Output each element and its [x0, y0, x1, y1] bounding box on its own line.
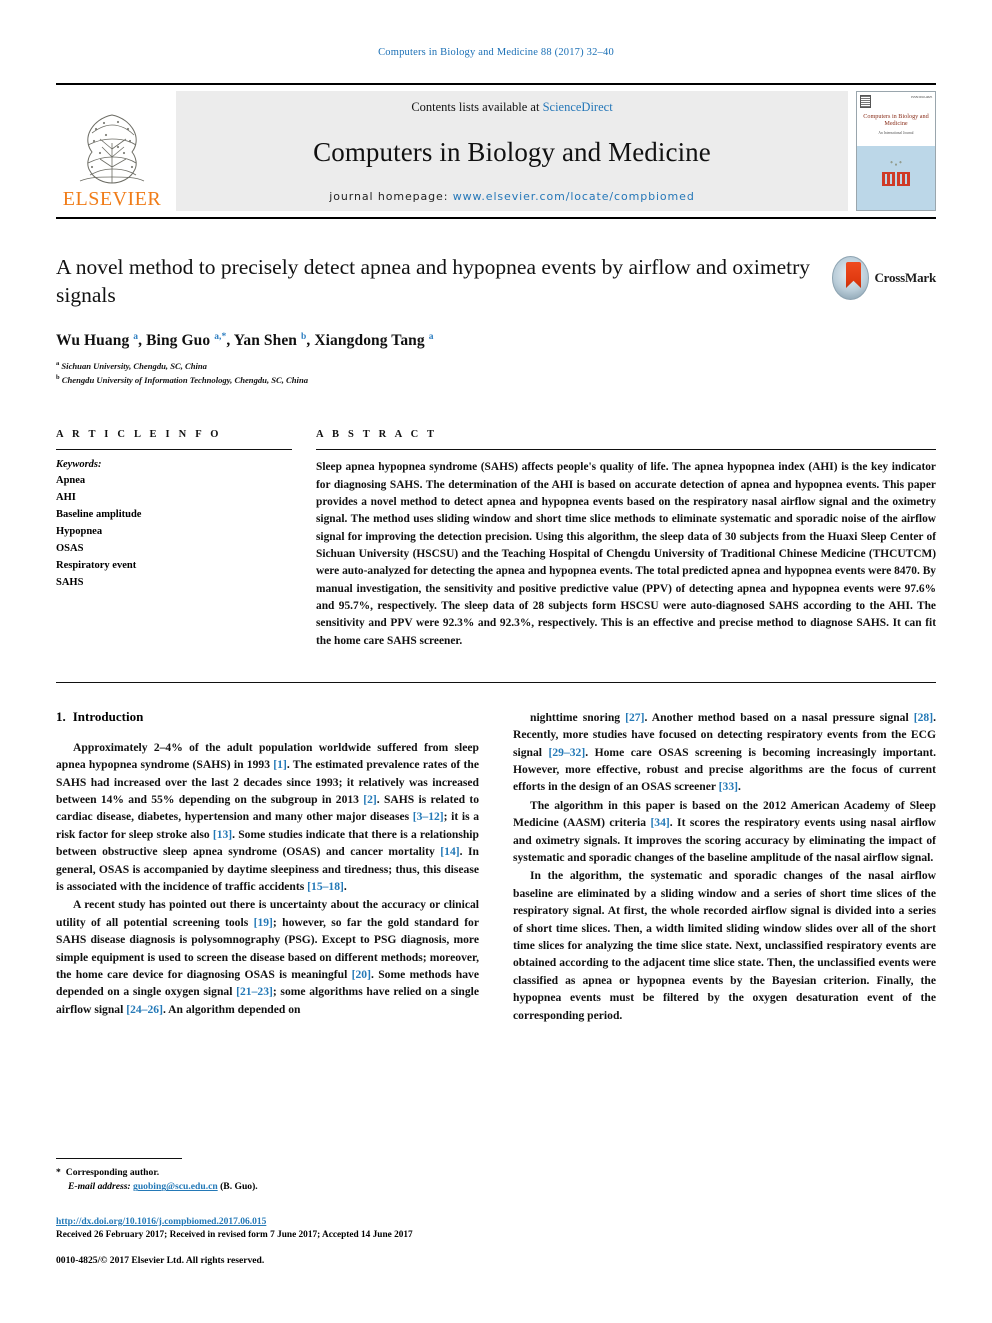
- keyword-item: Respiratory event: [56, 560, 137, 572]
- footnote-rule: [56, 1158, 182, 1160]
- corresponding-author-note: * Corresponding author.: [56, 1166, 486, 1180]
- body-paragraph: The algorithm in this paper is based on …: [513, 798, 936, 864]
- affiliation-line: b Chengdu University of Information Tech…: [56, 374, 309, 385]
- abstract-rule: [316, 449, 936, 451]
- section-name: Introduction: [72, 708, 144, 724]
- affiliation-marker: a: [56, 359, 60, 367]
- section-number: 1.: [56, 708, 66, 724]
- cover-journal-subtitle: An International Journal: [878, 131, 914, 136]
- body-paragraph: nighttime snoring [27]. Another method b…: [513, 710, 936, 794]
- keyword-item: AHI: [56, 492, 76, 504]
- journal-title: Computers in Biology and Medicine: [313, 137, 711, 167]
- body-columns: 1. Introduction Approximately 2–4% of the…: [56, 709, 936, 1025]
- citation-ref[interactable]: [2]: [363, 793, 377, 806]
- section-title-introduction: 1. Introduction: [56, 709, 479, 725]
- keyword-item: SAHS: [56, 577, 84, 589]
- intro-right-paragraphs: nighttime snoring [27]. Another method b…: [513, 709, 936, 1024]
- citation-ref[interactable]: [20]: [352, 968, 371, 981]
- page-title: A novel method to precisely detect apnea…: [56, 255, 811, 308]
- article-info-rule: [56, 449, 292, 451]
- received-dates: Received 26 February 2017; Received in r…: [56, 1230, 413, 1240]
- cover-tree-icon: [885, 155, 907, 168]
- citation-ref[interactable]: [33]: [719, 780, 738, 793]
- citation-ref[interactable]: [29–32]: [549, 746, 586, 759]
- cover-building-icon: [882, 172, 910, 187]
- journal-homepage-line: journal homepage: www.elsevier.com/locat…: [329, 190, 694, 203]
- citation-ref[interactable]: [19]: [254, 916, 273, 929]
- keywords-label: Keywords:: [56, 459, 102, 471]
- body-paragraph: Approximately 2–4% of the adult populati…: [56, 740, 480, 893]
- keyword-item: OSAS: [56, 543, 84, 555]
- body-column-left: 1. Introduction Approximately 2–4% of the…: [56, 709, 479, 1025]
- affiliation-list: a Sichuan University, Chengdu, SC, China…: [56, 359, 936, 387]
- running-head: Computers in Biology and Medicine 88 (20…: [378, 47, 614, 58]
- cover-bottom-area: [857, 146, 935, 210]
- homepage-prefix: journal homepage:: [329, 190, 453, 203]
- cover-mini-logo-icon: [860, 95, 871, 108]
- abstract-heading: A B S T R A C T: [316, 429, 438, 441]
- keyword-item: Apnea: [56, 475, 86, 487]
- journal-homepage-link[interactable]: www.elsevier.com/locate/compbiomed: [453, 190, 695, 203]
- crossmark-icon: [832, 256, 870, 300]
- sciencedirect-link[interactable]: ScienceDirect: [543, 100, 613, 114]
- doi-block: http://dx.doi.org/10.1016/j.compbiomed.2…: [56, 1211, 486, 1240]
- info-abstract-section: A R T I C L E I N F O Keywords: Apnea AHI…: [56, 429, 936, 650]
- affiliation-line: a Sichuan University, Chengdu, SC, China: [56, 359, 207, 371]
- cover-barcode: ISSN 0010-4825: [911, 95, 932, 99]
- citation-ref[interactable]: [28]: [914, 711, 933, 724]
- contents-prefix: Contents lists available at: [411, 100, 543, 114]
- article-info-column: A R T I C L E I N F O Keywords: Apnea AHI…: [56, 429, 292, 650]
- elsevier-logo: ELSEVIER: [56, 91, 168, 211]
- citation-ref[interactable]: [15–18]: [307, 880, 344, 893]
- email-suffix: (B. Guo).: [220, 1181, 258, 1193]
- copyright-line: 0010-4825/© 2017 Elsevier Ltd. All right…: [56, 1255, 265, 1266]
- corresponding-author-text: Corresponding author.: [65, 1167, 160, 1179]
- journal-masthead: ELSEVIER Contents lists available at Sci…: [56, 83, 936, 219]
- crossmark-badge-group[interactable]: CrossMark: [832, 255, 936, 301]
- journal-cover-thumbnail: ISSN 0010-4825 Computers in Biology and …: [856, 91, 936, 211]
- body-paragraph: In the algorithm, the systematic and spo…: [513, 869, 936, 1022]
- cover-top-area: ISSN 0010-4825 Computers in Biology and …: [857, 92, 935, 146]
- citation-ref[interactable]: [14]: [440, 845, 459, 858]
- abstract-text: Sleep apnea hypopnea syndrome (SAHS) aff…: [316, 461, 936, 647]
- body-paragraph: A recent study has pointed out there is …: [56, 898, 479, 1016]
- keywords-list: Apnea AHI Baseline amplitude Hypopnea OSAS Re…: [56, 472, 292, 591]
- intro-left-paragraphs: Approximately 2–4% of the adult populati…: [56, 739, 479, 1018]
- email-note: E-mail address: guobing@scu.edu.cn (B. G…: [56, 1180, 486, 1194]
- affiliation-marker: b: [56, 374, 60, 382]
- citation-ref[interactable]: [34]: [650, 816, 669, 829]
- citation-ref[interactable]: [1]: [273, 758, 287, 771]
- keyword-item: Baseline amplitude: [56, 509, 142, 521]
- contents-available-line: Contents lists available at ScienceDirec…: [411, 100, 612, 115]
- section-divider: [56, 681, 936, 683]
- elsevier-wordmark: ELSEVIER: [62, 188, 162, 210]
- journal-banner: Contents lists available at ScienceDirec…: [176, 91, 848, 211]
- citation-ref[interactable]: [21–23]: [236, 985, 273, 998]
- doi-link[interactable]: http://dx.doi.org/10.1016/j.compbiomed.2…: [56, 1217, 266, 1227]
- journal-article-page: Computers in Biology and Medicine 88 (20…: [0, 0, 992, 1323]
- citation-ref[interactable]: [3–12]: [413, 810, 444, 823]
- citation-ref[interactable]: [13]: [213, 828, 232, 841]
- corresponding-author-marker: *: [56, 1167, 61, 1179]
- title-block: A novel method to precisely detect apnea…: [56, 253, 936, 387]
- email-link[interactable]: guobing@scu.edu.cn: [133, 1181, 218, 1192]
- citation-ref[interactable]: [27]: [625, 711, 644, 724]
- body-column-right: nighttime snoring [27]. Another method b…: [513, 709, 936, 1025]
- crossmark-label: CrossMark: [874, 270, 936, 285]
- elsevier-tree-icon: [79, 114, 145, 184]
- article-info-heading: A R T I C L E I N F O: [56, 429, 222, 441]
- citation-ref[interactable]: [24–26]: [126, 1003, 163, 1016]
- author-list: Wu Huang a, Bing Guo a,*, Yan Shen b, Xi…: [56, 331, 434, 349]
- footnote-block: * Corresponding author. E-mail address: g…: [56, 1158, 486, 1266]
- cover-journal-title: Computers in Biology and Medicine: [863, 113, 929, 128]
- keyword-item: Hypopnea: [56, 526, 103, 538]
- email-label: E-mail address:: [68, 1181, 131, 1193]
- abstract-column: A B S T R A C T Sleep apnea hypopnea syn…: [316, 429, 936, 650]
